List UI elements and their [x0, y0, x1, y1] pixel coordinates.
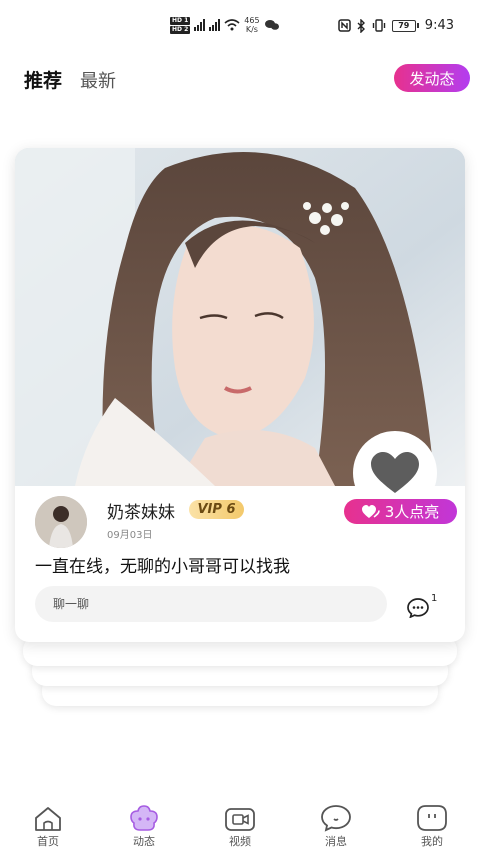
hd-icon: HD 1 HD 2 [170, 16, 191, 34]
feed-tabs: 推荐 最新 [24, 66, 116, 93]
nav-label: 视频 [229, 835, 251, 848]
post-content: 一直在线，无聊的小哥哥可以找我 [35, 557, 290, 577]
status-bar-left: HD 1 HD 2 465 K/s [170, 16, 280, 34]
nav-home[interactable]: 首页 [0, 800, 96, 853]
nav-label: 动态 [133, 835, 155, 848]
nav-label: 我的 [421, 835, 443, 848]
nav-moments[interactable]: 动态 [96, 800, 192, 853]
nav-video[interactable]: 视频 [192, 800, 288, 853]
double-heart-icon [361, 504, 380, 518]
avatar[interactable] [35, 496, 87, 548]
signal-icon-2 [209, 19, 221, 31]
avatar-image [35, 496, 87, 548]
nav-profile[interactable]: 我的 [384, 800, 480, 853]
status-bar-right: 79 9:43 [338, 18, 454, 33]
bluetooth-icon [357, 18, 365, 33]
wechat-icon [264, 20, 279, 30]
network-speed: 465 K/s [244, 16, 260, 34]
vip-badge: VIP 6 [189, 500, 244, 519]
chat-input[interactable]: 聊一聊 [35, 586, 387, 622]
nav-label: 消息 [325, 835, 347, 848]
vibrate-icon [372, 19, 385, 32]
profile-icon [417, 805, 447, 831]
bottom-nav: 首页 动态 视频 消息 我的 [0, 800, 480, 853]
video-icon [225, 808, 255, 831]
comment-icon[interactable] [407, 598, 429, 618]
username[interactable]: 奶茶妹妹 [107, 498, 175, 523]
wifi-icon [224, 19, 240, 31]
nav-messages[interactable]: 消息 [288, 800, 384, 853]
clock: 9:43 [424, 18, 454, 33]
message-icon [321, 805, 351, 832]
comment-count: 1 [431, 593, 438, 604]
post-moment-button[interactable]: 发动态 [394, 64, 470, 92]
post-card[interactable]: 奶茶妹妹 VIP 6 09月03日 3人点亮 一直在线，无聊的小哥哥可以找我 聊… [15, 148, 465, 642]
signal-icon [194, 19, 206, 31]
tab-latest[interactable]: 最新 [80, 67, 116, 93]
status-bar: HD 1 HD 2 465 K/s 79 9:43 [0, 14, 480, 44]
likes-label: 3人点亮 [384, 503, 440, 521]
likes-badge[interactable]: 3人点亮 [344, 499, 457, 524]
nfc-icon [338, 19, 351, 32]
battery-icon: 79 [391, 19, 419, 32]
post-date: 09月03日 [107, 530, 153, 541]
tab-recommended[interactable]: 推荐 [24, 66, 62, 93]
heart-icon [371, 452, 419, 493]
nav-label: 首页 [37, 835, 59, 848]
moments-icon [130, 805, 158, 831]
home-icon [35, 807, 61, 831]
